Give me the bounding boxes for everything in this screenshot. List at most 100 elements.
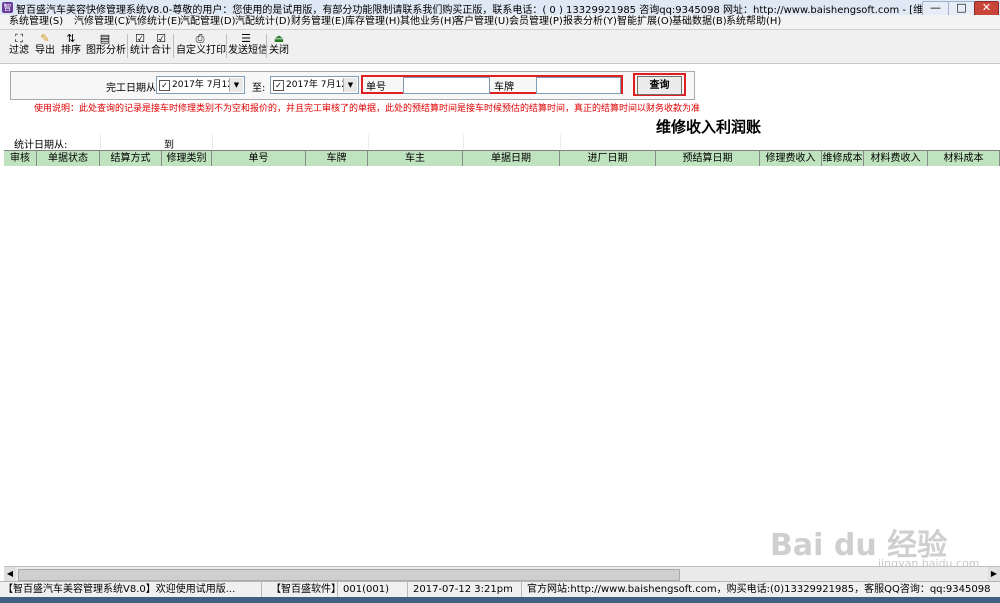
grid-divider — [463, 134, 464, 149]
send-sms-button[interactable]: ☰ 发送短信 — [228, 32, 268, 60]
col-repair-type[interactable]: 修理类别 — [162, 151, 212, 166]
app-icon: 智 — [2, 2, 13, 13]
grid-body — [4, 166, 1000, 566]
minimize-button[interactable]: — — [922, 1, 949, 16]
printer-icon: ⎙ — [195, 32, 205, 45]
menu-repair[interactable]: 汽修管理(C) — [74, 15, 129, 29]
date-to-label: 至: — [252, 83, 266, 94]
sort-icon: ⇅ — [66, 32, 76, 45]
close-label: 关闭 — [269, 45, 289, 56]
status-datetime: 2017-07-12 3:21pm — [410, 582, 522, 598]
export-button[interactable]: ✎ 导出 — [33, 32, 57, 60]
title-bar: 智 智百盛汽车美容快修管理系统V8.0-尊敬的用户：您使用的是试用版，有部分功能… — [0, 0, 1000, 16]
query-button[interactable]: 查询 — [637, 76, 682, 95]
sort-label: 排序 — [61, 45, 81, 56]
col-doc-date[interactable]: 单据日期 — [463, 151, 560, 166]
stats-label: 统计 — [130, 45, 150, 56]
col-entry-date[interactable]: 进厂日期 — [560, 151, 656, 166]
print-label: 自定义打印 — [176, 45, 226, 56]
menu-inventory[interactable]: 库存管理(H) — [345, 15, 400, 29]
custom-print-button[interactable]: ⎙ 自定义打印 — [176, 32, 226, 60]
menu-repair-stats[interactable]: 汽修统计(E) — [127, 15, 181, 29]
stats-icon: ☑ — [135, 32, 145, 45]
scroll-thumb[interactable] — [18, 569, 680, 581]
chart-icon: ▤ — [99, 32, 111, 45]
grid-divider — [560, 134, 561, 149]
menu-help[interactable]: 系统帮助(H) — [726, 15, 781, 29]
scroll-left-icon[interactable]: ◀ — [4, 567, 16, 581]
menu-customers[interactable]: 客户管理(U) — [454, 15, 509, 29]
status-contact: 官方网站:http://www.baishengsoft.com，购买电话:(0… — [527, 584, 991, 595]
exit-icon: ⏏ — [273, 32, 285, 45]
grid-divider — [212, 134, 213, 149]
chevron-down-icon[interactable]: ▼ — [229, 78, 243, 92]
grid-divider — [368, 134, 369, 149]
period-from-label: 统计日期从: — [14, 140, 68, 151]
taskbar — [0, 597, 1000, 603]
sort-button[interactable]: ⇅ 排序 — [59, 32, 83, 60]
toolbar-separator — [266, 34, 267, 58]
col-material-cost[interactable]: 材料成本 — [928, 151, 1000, 166]
col-presettle-date[interactable]: 预结算日期 — [656, 151, 760, 166]
total-icon: ☑ — [156, 32, 166, 45]
menu-other[interactable]: 其他业务(H) — [400, 15, 455, 29]
date-to-picker[interactable]: ✓ 2017年 7月12日 ▼ — [270, 76, 359, 94]
menu-members[interactable]: 会员管理(P) — [509, 15, 563, 29]
status-user: 001(001) — [340, 582, 408, 598]
sms-icon: ☰ — [241, 32, 251, 45]
date-from-label: 完工日期从: — [106, 83, 160, 94]
close-report-button[interactable]: ⏏ 关闭 — [268, 32, 290, 60]
order-no-input[interactable] — [403, 77, 490, 94]
order-no-label: 单号 — [366, 82, 386, 93]
menu-smart[interactable]: 智能扩展(O) — [617, 15, 673, 29]
horizontal-scrollbar[interactable]: ◀ ▶ — [4, 566, 1000, 581]
plate-label: 车牌 — [494, 82, 514, 93]
date-from-checkbox[interactable]: ✓ — [159, 80, 170, 91]
grid-header: 审核 单据状态 结算方式 修理类别 单号 车牌 车主 单据日期 进厂日期 预结算… — [4, 150, 1000, 167]
total-button[interactable]: ☑ 合计 — [151, 32, 171, 60]
status-app: 【智百盛汽车美容管理系统V8.0】欢迎使用试用版... — [0, 582, 262, 598]
sms-label: 发送短信 — [228, 45, 268, 56]
plate-input[interactable] — [536, 77, 621, 94]
chart-analysis-button[interactable]: ▤ 图形分析 — [86, 32, 126, 60]
filter-label: 过滤 — [9, 45, 29, 56]
scroll-right-icon[interactable]: ▶ — [988, 567, 1000, 581]
col-repair-income[interactable]: 修理费收入 — [760, 151, 822, 166]
filter-icon: ⛶ — [15, 32, 23, 45]
report-period-row: 统计日期从: 到 — [4, 134, 1000, 151]
menu-parts-stats[interactable]: 汽配统计(D) — [235, 15, 291, 29]
usage-hint: 使用说明：此处查询的记录是接车时修理类别不为空和报价的，并且完工审核了的单据，此… — [34, 104, 701, 114]
close-window-button[interactable]: ✕ — [974, 1, 999, 16]
chart-label: 图形分析 — [86, 45, 126, 56]
menu-bar: 系统管理(S) 汽修管理(C) 汽修统计(E) 汽配管理(D) 汽配统计(D) … — [0, 15, 1000, 30]
status-company: 【智百盛软件】 — [268, 582, 341, 598]
menu-base-data[interactable]: 基础数据(B) — [672, 15, 727, 29]
export-icon: ✎ — [40, 32, 50, 45]
col-order-no[interactable]: 单号 — [212, 151, 306, 166]
date-from-picker[interactable]: ✓ 2017年 7月12日 ▼ — [156, 76, 245, 94]
date-to-checkbox[interactable]: ✓ — [273, 80, 284, 91]
col-material-income[interactable]: 材料费收入 — [864, 151, 928, 166]
col-plate[interactable]: 车牌 — [306, 151, 368, 166]
chevron-down-icon[interactable]: ▼ — [343, 78, 357, 92]
col-repair-cost[interactable]: 维修成本 — [822, 151, 864, 166]
menu-reports[interactable]: 报表分析(Y) — [563, 15, 617, 29]
col-owner[interactable]: 车主 — [368, 151, 463, 166]
menu-finance[interactable]: 财务管理(E) — [291, 15, 345, 29]
col-doc-status[interactable]: 单据状态 — [37, 151, 100, 166]
toolbar-separator — [127, 34, 128, 58]
col-settlement[interactable]: 结算方式 — [100, 151, 162, 166]
filter-button[interactable]: ⛶ 过滤 — [7, 32, 31, 60]
window-title: 智百盛汽车美容快修管理系统V8.0-尊敬的用户：您使用的是试用版，有部分功能限制… — [16, 5, 987, 16]
export-label: 导出 — [35, 45, 55, 56]
stats-button[interactable]: ☑ 统计 — [130, 32, 150, 60]
toolbar-separator — [173, 34, 174, 58]
total-label: 合计 — [151, 45, 171, 56]
menu-parts[interactable]: 汽配管理(D) — [180, 15, 236, 29]
maximize-button[interactable]: □ — [948, 1, 975, 16]
toolbar-separator — [226, 34, 227, 58]
period-to-label: 到 — [164, 140, 174, 151]
col-audit[interactable]: 审核 — [4, 151, 37, 166]
toolbar: ⛶ 过滤 ✎ 导出 ⇅ 排序 ▤ 图形分析 ☑ 统计 ☑ 合计 ⎙ 自定义打印 … — [0, 30, 1000, 64]
menu-system[interactable]: 系统管理(S) — [9, 15, 63, 29]
